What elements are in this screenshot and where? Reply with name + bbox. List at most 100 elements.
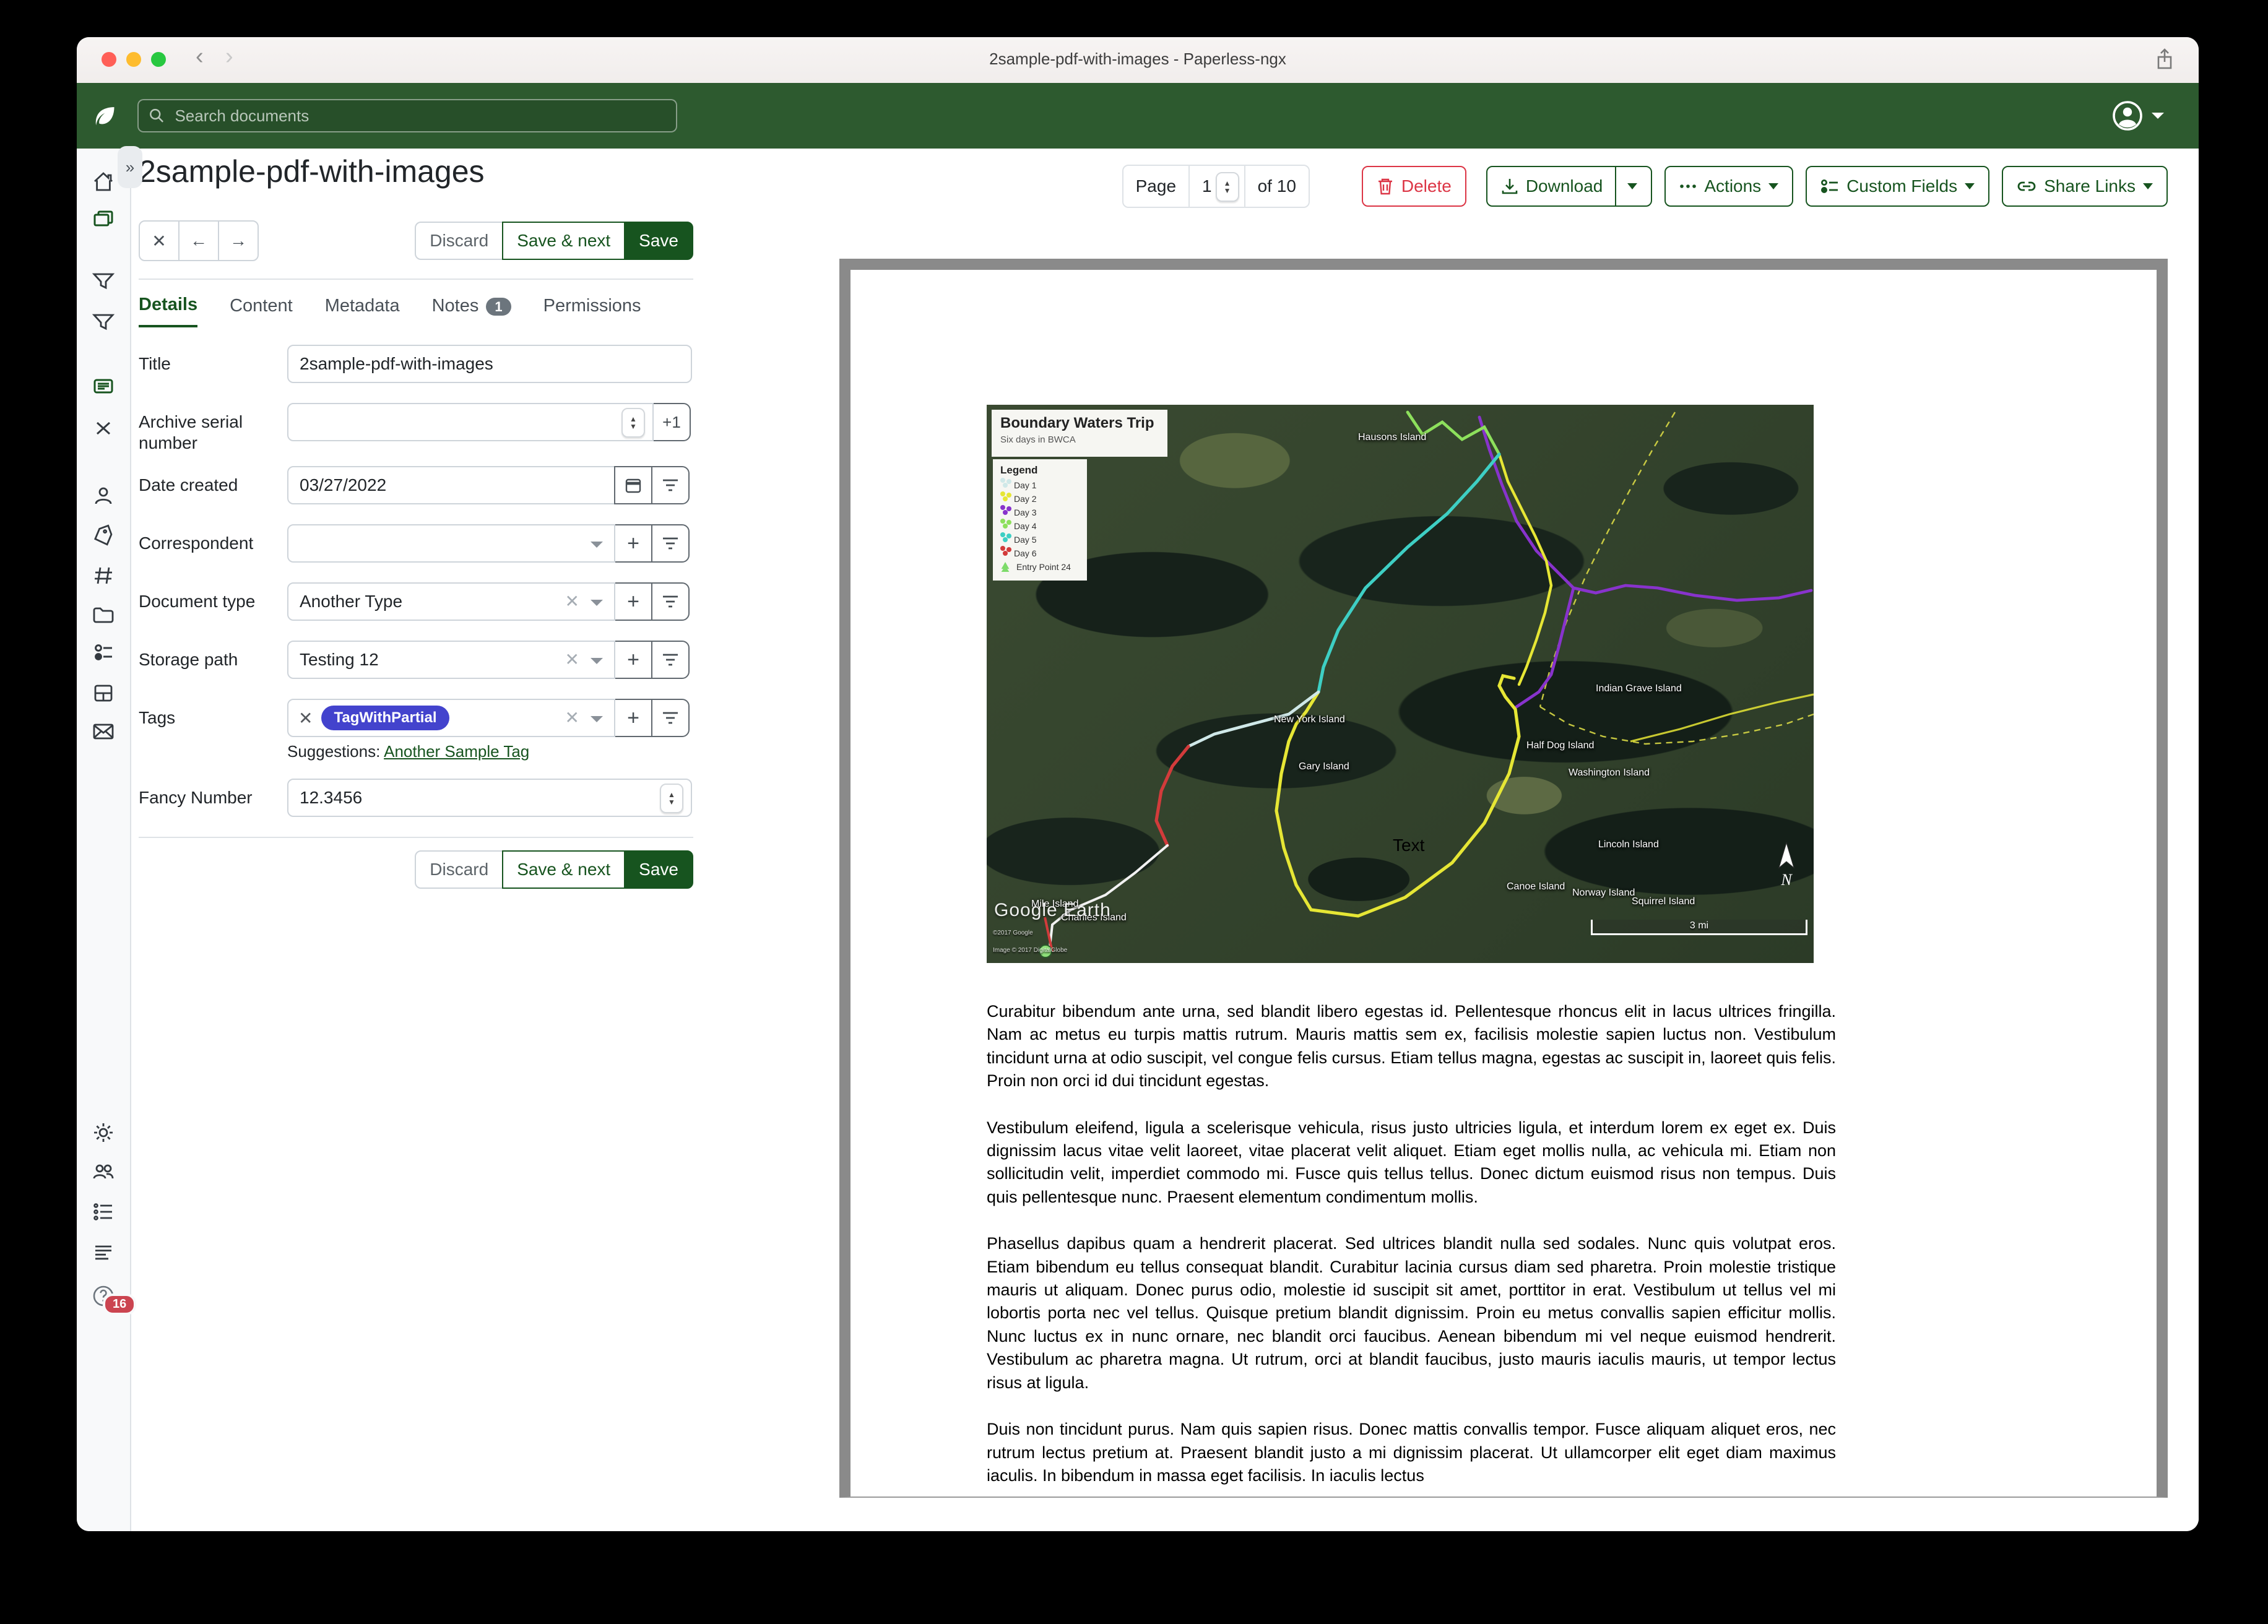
sidebar-item-settings[interactable] <box>91 1120 116 1145</box>
island-label: New York Island <box>1274 714 1345 725</box>
paragraph: Duis non tincidunt purus. Nam quis sapie… <box>987 1418 1836 1487</box>
clear-icon[interactable]: ✕ <box>565 707 579 728</box>
global-search[interactable] <box>137 99 677 132</box>
share-links-button[interactable]: Share Links <box>2002 166 2168 207</box>
title-input[interactable] <box>287 345 692 383</box>
island-label: Squirrel Island <box>1632 896 1695 907</box>
ellipsis-icon <box>1679 183 1697 190</box>
custom-fields-button[interactable]: Custom Fields <box>1806 166 1989 207</box>
tab-permissions[interactable]: Permissions <box>543 296 641 326</box>
sidebar-item-tasks[interactable] <box>91 1199 116 1224</box>
sidebar-item-custom-fields[interactable] <box>91 640 116 665</box>
chevron-down-icon <box>1768 183 1778 189</box>
island-label: Hausons Island <box>1358 432 1426 443</box>
document-type-select[interactable]: Another Type ✕ <box>287 582 615 621</box>
date-created-label: Date created <box>139 475 275 496</box>
sidebar-item-workflows[interactable] <box>91 681 116 706</box>
day1-marker-icon <box>1003 483 1008 488</box>
tab-notes[interactable]: Notes1 <box>432 296 511 326</box>
calendar-button[interactable] <box>614 466 652 504</box>
add-storage-path-button[interactable]: + <box>614 641 652 679</box>
tags-select[interactable]: ✕ TagWithPartial ✕ <box>287 699 615 737</box>
svg-text:N: N <box>1780 871 1793 889</box>
chevron-down-icon <box>591 716 603 722</box>
filter-by-date-button[interactable] <box>651 466 690 504</box>
island-label: Lincoln Island <box>1598 839 1659 850</box>
discard-button[interactable]: Discard <box>415 222 503 260</box>
document-body-text: Curabitur bibendum ante urna, sed blandi… <box>987 1000 1836 1498</box>
editor-tabs: Details Content Metadata Notes1 Permissi… <box>139 295 693 327</box>
custom-field-input[interactable] <box>287 779 692 817</box>
close-document-icon[interactable] <box>91 416 116 441</box>
asn-stepper[interactable]: ▲▼ <box>621 408 645 438</box>
page-number-field[interactable]: 1 ▲▼ <box>1188 166 1244 207</box>
add-document-type-button[interactable]: + <box>614 582 652 621</box>
save-next-button[interactable]: Save & next <box>502 222 625 260</box>
asn-increment-button[interactable]: +1 <box>652 403 691 441</box>
remove-tag-icon[interactable]: ✕ <box>298 708 313 728</box>
delete-button[interactable]: Delete <box>1362 166 1466 207</box>
sidebar-item-logs[interactable] <box>91 1240 116 1265</box>
previous-document-button[interactable]: ← <box>178 220 219 261</box>
save-button[interactable]: Save <box>624 850 693 889</box>
share-icon[interactable] <box>2155 48 2174 71</box>
sidebar-item-users-groups[interactable] <box>91 1160 116 1185</box>
sidebar-item-documents[interactable] <box>91 207 116 231</box>
asn-input[interactable] <box>287 403 654 441</box>
user-avatar-icon <box>2112 100 2143 131</box>
add-tag-button[interactable]: + <box>614 699 652 737</box>
user-menu[interactable] <box>2112 100 2164 131</box>
filter-icon <box>662 594 679 609</box>
sidebar-item-tags[interactable] <box>91 522 116 547</box>
filter-by-tag-button[interactable] <box>651 699 690 737</box>
tab-metadata[interactable]: Metadata <box>325 296 400 326</box>
tab-details[interactable]: Details <box>139 295 197 327</box>
sidebar-item-dashboard[interactable] <box>91 170 116 194</box>
clear-icon[interactable]: ✕ <box>565 591 579 611</box>
sidebar-item-saved-view-1[interactable] <box>91 269 116 293</box>
tab-content[interactable]: Content <box>230 296 293 326</box>
discard-button[interactable]: Discard <box>415 850 503 889</box>
storage-path-select[interactable]: Testing 12 ✕ <box>287 641 615 679</box>
correspondent-select[interactable] <box>287 524 615 563</box>
asn-field-label: Archive serial number <box>139 412 275 454</box>
save-next-button[interactable]: Save & next <box>502 850 625 889</box>
search-input[interactable] <box>172 105 666 127</box>
sidebar-item-document-types[interactable] <box>91 563 116 588</box>
calendar-icon <box>625 477 642 494</box>
filter-by-document-type-button[interactable] <box>651 582 690 621</box>
date-created-input[interactable] <box>287 466 615 504</box>
sidebar-item-saved-view-2[interactable] <box>91 309 116 334</box>
paperless-logo-icon[interactable] <box>90 102 118 129</box>
sidebar-expand-button[interactable]: » <box>118 146 142 188</box>
tag-chip[interactable]: TagWithPartial <box>321 706 449 730</box>
download-button[interactable]: Download <box>1486 166 1653 207</box>
filter-by-correspondent-button[interactable] <box>651 524 690 563</box>
map-text-annotation: Text <box>1393 836 1424 855</box>
sidebar-item-storage-paths[interactable] <box>91 603 116 628</box>
title-field-label: Title <box>139 353 275 374</box>
save-button[interactable]: Save <box>624 222 693 260</box>
tags-label: Tags <box>139 707 275 728</box>
map-copyright: ©2017 Google <box>993 930 1033 936</box>
sidebar-item-mail[interactable] <box>91 719 116 744</box>
sidebar-item-correspondents[interactable] <box>91 484 116 509</box>
next-document-button[interactable]: → <box>218 220 259 261</box>
close-editor-button[interactable]: ✕ <box>139 220 180 261</box>
download-options-button[interactable] <box>1615 167 1637 205</box>
add-correspondent-button[interactable]: + <box>614 524 652 563</box>
suggestions-label: Suggestions: <box>287 742 380 761</box>
actions-button[interactable]: Actions <box>1664 166 1793 207</box>
map-scale-bar: 3 mi <box>1591 920 1807 935</box>
document-editor: ✕ ← → Discard Save & next Save Details C… <box>139 220 693 889</box>
page-number-stepper[interactable]: ▲▼ <box>1216 172 1239 202</box>
custom-field-stepper[interactable]: ▲▼ <box>660 784 683 813</box>
document-preview-pane[interactable]: Boundary Waters Trip Six days in BWCA Le… <box>839 259 2168 1498</box>
chevron-down-icon <box>2143 183 2153 189</box>
clear-icon[interactable]: ✕ <box>565 649 579 670</box>
map-title: Boundary Waters Trip <box>1000 415 1159 432</box>
filter-by-storage-path-button[interactable] <box>651 641 690 679</box>
sidebar-open-document[interactable] <box>91 374 116 399</box>
day3-marker-icon <box>1003 510 1008 515</box>
suggested-tag-link[interactable]: Another Sample Tag <box>384 742 529 761</box>
